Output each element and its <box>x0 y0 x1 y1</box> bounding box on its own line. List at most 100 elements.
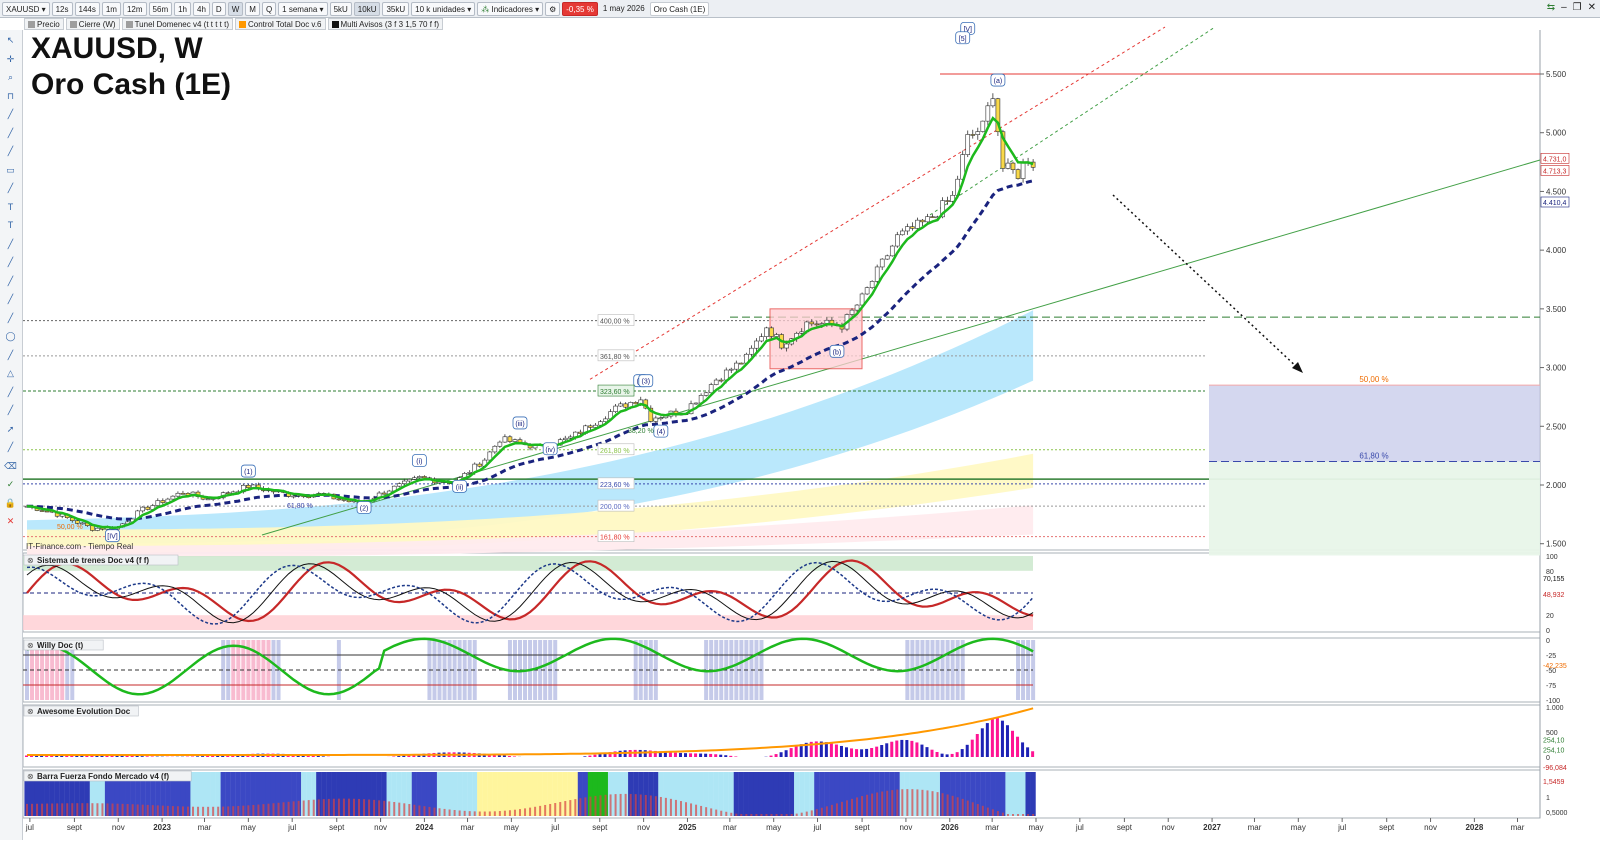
size-button-10ku[interactable]: 10kU <box>353 1 381 16</box>
period-selector[interactable]: 1 semana ▾ <box>278 1 328 16</box>
ruler-icon[interactable]: ╱ <box>4 313 17 323</box>
x-tick-label: sept <box>1379 823 1395 832</box>
lock-icon[interactable]: 🔒 <box>4 498 17 508</box>
horizontal-line-icon[interactable]: ╱ <box>4 257 17 267</box>
strength-hist <box>554 803 557 816</box>
timeframe-button-4h[interactable]: 4h <box>193 1 210 16</box>
awesome-bar <box>990 718 994 757</box>
arc-icon[interactable]: ╱ <box>4 350 17 360</box>
symbol-selector[interactable]: XAUUSD ▾ <box>2 1 50 16</box>
awesome-bar <box>870 748 874 757</box>
x-tick-label: jul <box>813 823 822 832</box>
candle-up <box>658 417 664 420</box>
strength-hist <box>247 805 250 816</box>
awesome-bar <box>769 755 773 757</box>
candle-down <box>930 216 935 218</box>
candle-down <box>145 506 151 510</box>
awesome-bar <box>1026 747 1030 757</box>
fibonacci-icon[interactable]: ╱ <box>4 109 17 119</box>
timeframe-button-12m[interactable]: 12m <box>122 1 147 16</box>
delete-icon[interactable]: ✕ <box>4 516 17 526</box>
sync-icon[interactable]: ⇆ <box>1547 2 1555 13</box>
timeframe-button-1h[interactable]: 1h <box>174 1 192 16</box>
rectangle-icon[interactable]: ▭ <box>4 165 17 175</box>
legend-item[interactable]: Tunel Domenec v4 (t t t t t) <box>121 18 233 30</box>
pattern-icon[interactable]: ╱ <box>4 405 17 415</box>
awesome-bar <box>678 752 682 757</box>
size-button-5ku[interactable]: 5kU <box>329 1 352 16</box>
strength-bar <box>799 772 805 816</box>
pen-icon[interactable]: ╱ <box>4 183 17 193</box>
strength-hist <box>347 798 350 816</box>
strength-hist <box>327 798 330 816</box>
x-tick-label: sept <box>329 823 345 832</box>
eraser-icon[interactable]: ⌫ <box>4 461 17 471</box>
ray-icon[interactable]: ╱ <box>4 294 17 304</box>
fib-label: 223,60 % <box>600 482 630 489</box>
close-icon[interactable]: ✕ <box>1588 2 1596 13</box>
x-tick-label: may <box>504 823 519 832</box>
legend-item[interactable]: Cierre (W) <box>65 18 120 30</box>
settings-button[interactable]: ⚙ <box>545 1 561 16</box>
magnet-icon[interactable]: ⊓ <box>4 91 17 101</box>
units-selector[interactable]: 10 k unidades ▾ <box>411 1 476 16</box>
strength-hist <box>805 811 808 816</box>
target-zone-upper <box>1209 385 1540 462</box>
strength-hist <box>488 811 491 816</box>
candle-up <box>205 498 211 501</box>
ellipse-icon[interactable]: ◯ <box>4 331 17 341</box>
strength-hist <box>443 808 446 816</box>
zoom-icon[interactable]: ⌕ <box>4 72 17 82</box>
timeframe-button-12s[interactable]: 12s <box>51 1 73 16</box>
vertical-line-icon[interactable]: ╱ <box>4 276 17 286</box>
timeframe-button-1m[interactable]: 1m <box>101 1 121 16</box>
restore-icon[interactable]: ❐ <box>1573 2 1582 13</box>
check-icon[interactable]: ✓ <box>4 479 17 489</box>
timeframe-button-w[interactable]: W <box>227 1 244 16</box>
wave-label: (4) <box>657 429 666 436</box>
legend-item[interactable]: Control Total Doc v.6 <box>234 18 326 30</box>
line-icon[interactable]: ╱ <box>4 239 17 249</box>
legend-item[interactable]: Multi Avisos (3 f 3 1,5 70 f f) <box>327 18 444 30</box>
channel-icon[interactable]: ╱ <box>4 146 17 156</box>
trendline-icon[interactable]: ╱ <box>4 128 17 138</box>
triangle-icon[interactable]: △ <box>4 368 17 378</box>
size-button-35ku[interactable]: 35kU <box>382 1 410 16</box>
strength-hist <box>795 813 798 816</box>
wave-icon[interactable]: ╱ <box>4 387 17 397</box>
timeframe-button-d[interactable]: D <box>211 1 226 16</box>
strength-bar <box>477 772 483 816</box>
strength-hist <box>503 810 506 816</box>
strength-hist <box>91 803 94 816</box>
awesome-bar <box>850 748 854 757</box>
strength-hist <box>876 792 879 816</box>
chart-canvas[interactable]: 1.500 2.000 2.500 3.000 3.500 4.000 4.500 5.000… <box>0 0 1600 861</box>
strength-hist <box>126 804 129 816</box>
strength-hist <box>906 789 909 816</box>
timeframe-button-144s[interactable]: 144s <box>74 1 100 16</box>
p3-value-label: 254,10 <box>1543 747 1565 754</box>
strength-hist <box>96 803 99 816</box>
timeframe-button-m[interactable]: M <box>245 1 260 16</box>
legend-item[interactable]: Precio <box>24 18 64 30</box>
arrow-icon[interactable]: ➚ <box>4 424 17 434</box>
text-icon[interactable]: T <box>4 202 17 212</box>
p2-value-label: -42,235 <box>1543 663 1567 670</box>
strength-bar <box>492 772 498 816</box>
strength-hist <box>710 808 713 816</box>
text-icon[interactable]: T <box>4 220 17 230</box>
awesome-bar <box>689 753 693 757</box>
timeframe-button-56m[interactable]: 56m <box>148 1 173 16</box>
measure-icon[interactable]: ╱ <box>4 442 17 452</box>
indicators-button[interactable]: ⁂ Indicadores ▾ <box>477 1 544 16</box>
crosshair-icon[interactable]: ✛ <box>4 54 17 64</box>
p1-value-label: 48,932 <box>1543 592 1565 599</box>
strength-hist <box>232 806 235 816</box>
minimize-icon[interactable]: – <box>1561 2 1567 13</box>
strength-hist <box>111 803 114 816</box>
candle-up <box>492 445 498 453</box>
candle-down <box>381 492 387 495</box>
timeframe-button-q[interactable]: Q <box>261 1 277 16</box>
cursor-icon[interactable]: ↖ <box>4 35 17 45</box>
strength-hist <box>851 798 854 816</box>
